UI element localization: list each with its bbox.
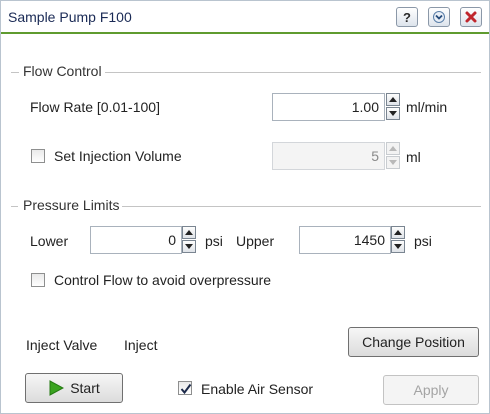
flow-control-heading-text: Flow Control (23, 63, 102, 79)
arrow-down-icon (185, 244, 193, 249)
change-position-button[interactable]: Change Position (348, 327, 479, 357)
lower-pressure-up-button[interactable] (182, 226, 196, 239)
arrow-up-icon (389, 146, 397, 151)
lower-pressure-value: 0 (168, 232, 176, 248)
upper-pressure-down-button[interactable] (391, 240, 405, 253)
lower-pressure-field[interactable]: 0 (90, 226, 182, 254)
inject-valve-label: Inject Valve (26, 337, 98, 353)
checkmark-icon (180, 383, 192, 395)
start-button[interactable]: Start (25, 373, 123, 403)
upper-pressure-up-button[interactable] (391, 226, 405, 239)
upper-pressure-stepper[interactable] (391, 226, 405, 254)
flow-rate-label: Flow Rate [0.01-100] (30, 99, 160, 115)
help-button[interactable]: ? (396, 7, 418, 27)
play-icon (49, 380, 65, 396)
injection-volume-stepper[interactable] (386, 142, 400, 170)
title-bar: Sample Pump F100 ? (1, 1, 489, 34)
svg-text:?: ? (403, 10, 411, 24)
pump-window: Sample Pump F100 ? Flow Control Flow Rat… (0, 0, 490, 414)
control-flow-checkbox[interactable] (31, 273, 45, 287)
arrow-down-icon (389, 160, 397, 165)
injection-volume-checkbox[interactable] (31, 149, 45, 163)
air-sensor-checkbox[interactable] (178, 381, 192, 395)
close-icon (465, 11, 477, 23)
upper-pressure-field[interactable]: 1450 (299, 226, 391, 254)
arrow-down-icon (394, 244, 402, 249)
flow-control-heading: Flow Control (18, 63, 105, 79)
apply-label: Apply (413, 382, 449, 398)
injection-volume-down-button[interactable] (386, 156, 400, 169)
collapse-button[interactable] (428, 7, 450, 27)
flow-rate-up-button[interactable] (386, 93, 400, 106)
lower-label: Lower (30, 233, 69, 249)
change-position-label: Change Position (362, 334, 465, 350)
injection-volume-value: 5 (371, 148, 379, 164)
lower-pressure-down-button[interactable] (182, 240, 196, 253)
arrow-up-icon (394, 230, 402, 235)
help-icon: ? (403, 10, 411, 24)
pressure-limits-heading: Pressure Limits (18, 197, 123, 213)
flow-rate-unit: ml/min (406, 99, 448, 115)
injection-volume-label: Set Injection Volume (54, 148, 182, 164)
close-button[interactable] (460, 7, 482, 27)
injection-volume-up-button[interactable] (386, 142, 400, 155)
flow-rate-field[interactable]: 1.00 (272, 93, 385, 121)
flow-rate-down-button[interactable] (386, 107, 400, 120)
arrow-up-icon (389, 97, 397, 102)
start-label: Start (70, 380, 100, 396)
air-sensor-label: Enable Air Sensor (201, 381, 314, 397)
arrow-up-icon (185, 230, 193, 235)
upper-pressure-value: 1450 (353, 232, 385, 248)
control-flow-label: Control Flow to avoid overpressure (54, 272, 272, 288)
pressure-limits-heading-text: Pressure Limits (23, 197, 120, 213)
lower-pressure-stepper[interactable] (182, 226, 196, 254)
injection-volume-field[interactable]: 5 (272, 142, 385, 170)
flow-rate-stepper[interactable] (386, 93, 400, 121)
lower-pressure-unit: psi (205, 233, 223, 249)
flow-control-divider-left (11, 72, 19, 73)
upper-pressure-unit: psi (414, 233, 432, 249)
apply-button[interactable]: Apply (383, 375, 479, 405)
valve-position-value: Inject (124, 337, 158, 353)
injection-volume-unit: ml (406, 149, 421, 165)
upper-label: Upper (236, 233, 275, 249)
flow-rate-value: 1.00 (351, 99, 379, 115)
chevron-down-icon (433, 11, 445, 23)
arrow-down-icon (389, 111, 397, 116)
window-title: Sample Pump F100 (8, 9, 132, 25)
